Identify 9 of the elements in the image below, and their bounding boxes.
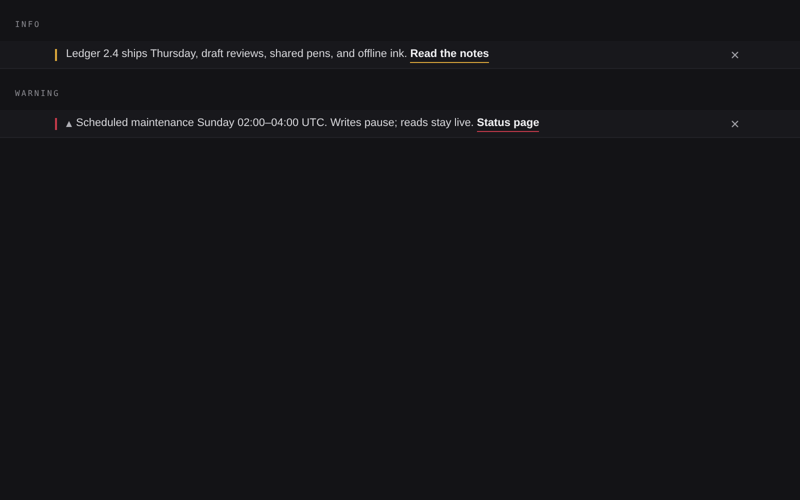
close-button[interactable] — [730, 118, 740, 128]
section-label: INFO — [15, 20, 41, 29]
banner-link[interactable]: Status page — [476, 114, 540, 132]
banner-link[interactable]: Read the notes — [410, 46, 490, 64]
close-button[interactable] — [730, 50, 740, 60]
section-label: WARNING — [15, 89, 60, 98]
banner-message: Scheduled maintenance Sunday 02:00–04:00 UTC. Writes pause; reads stay live. — [76, 116, 474, 132]
warning-icon — [66, 120, 72, 126]
banner-message: Ledger 2.4 ships Thursday, draft reviews, shared pens, and offline ink. — [66, 47, 408, 62]
